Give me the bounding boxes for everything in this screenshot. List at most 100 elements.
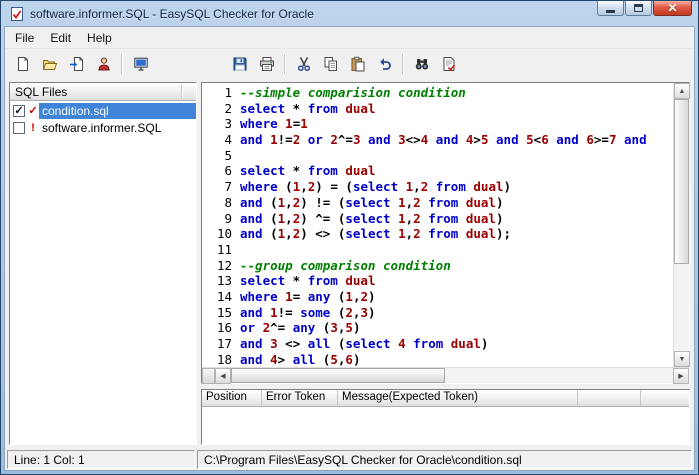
editor-column: 1 --simple comparision condition 2 select *… (201, 82, 690, 445)
close-button[interactable]: ✕ (653, 1, 692, 16)
find-button[interactable] (409, 52, 434, 76)
sql-files-header-label: SQL Files (15, 84, 68, 99)
line-number: 14 (216, 288, 232, 304)
open-folder-icon (42, 56, 58, 72)
error-column-tail (641, 390, 689, 406)
paste-icon (350, 56, 366, 72)
minimize-icon (606, 9, 615, 13)
menu-help[interactable]: Help (79, 29, 120, 47)
red-exclamation-icon: ! (31, 121, 35, 134)
menu-bar: File Edit Help (5, 27, 694, 48)
editor-line: 1 --simple comparision condition (202, 85, 673, 101)
code-text: select * from dual (240, 163, 376, 179)
vertical-scroll-thumb[interactable] (674, 99, 689, 264)
line-number: 7 (224, 179, 232, 195)
checkbox-checked-icon[interactable]: ✓ (13, 104, 25, 117)
vertical-scroll-track[interactable] (674, 264, 689, 351)
editor-line: 15 and 1!= some (2,3) (202, 305, 673, 321)
line-number: 11 (216, 241, 232, 257)
code-text: and (1,2) <> (select 1,2 from dual); (240, 226, 512, 242)
options-button[interactable] (128, 52, 153, 76)
line-number: 18 (216, 351, 232, 367)
editor-line: 18 and 4> all (5,6) (202, 352, 673, 367)
import-file-icon (69, 56, 85, 72)
vertical-scrollbar[interactable]: ▲ ▼ (673, 83, 690, 367)
line-number: 4 (224, 132, 232, 148)
scroll-up-button[interactable]: ▲ (674, 83, 690, 99)
error-column-filler (578, 390, 641, 406)
h-scroll-grip[interactable] (202, 368, 215, 384)
save-icon (232, 56, 248, 72)
line-number: 9 (224, 210, 232, 226)
editor-line: 3 where 1=1 (202, 116, 673, 132)
save-button[interactable] (227, 52, 252, 76)
line-number: 5 (224, 147, 232, 163)
code-text: --group comparison condition (240, 257, 451, 273)
line-number: 17 (216, 336, 232, 351)
arrow-right-icon: ▶ (678, 373, 684, 380)
horizontal-scroll-thumb[interactable] (231, 368, 446, 383)
copy-button[interactable] (318, 52, 343, 76)
checkbox-unchecked-icon[interactable] (13, 121, 25, 134)
open-file-button[interactable] (37, 52, 62, 76)
code-text: and 4> all (5,6) (240, 351, 361, 367)
code-text: and 3 <> all (select 4 from dual) (240, 336, 489, 351)
line-number: 15 (216, 304, 232, 320)
status-caret-position: Line: 1 Col: 1 (7, 450, 195, 469)
menu-edit[interactable]: Edit (42, 29, 79, 47)
wizard-button[interactable] (91, 52, 116, 76)
error-column-error-token: Error Token (262, 390, 338, 406)
wizard-icon (96, 56, 112, 72)
code-text: and (1,2) != (select 1,2 from dual) (240, 194, 504, 210)
line-number: 3 (224, 116, 232, 132)
client-area: File Edit Help SQL Files ✓ ✓ condition.sql! s… (4, 26, 695, 471)
status-bar: Line: 1 Col: 1 C:\Program Files\EasySQL … (5, 448, 694, 470)
code-text: or 2^= any (3,5) (240, 320, 361, 336)
editor-line: 17 and 3 <> all (select 4 from dual) (202, 336, 673, 352)
new-file-button[interactable] (10, 52, 35, 76)
line-number: 10 (216, 226, 232, 242)
scroll-left-button[interactable]: ◀ (215, 368, 231, 384)
file-list: ✓ ✓ condition.sql! software.informer.SQL (10, 101, 196, 444)
file-row[interactable]: ✓ ✓ condition.sql (10, 102, 196, 119)
main-area: SQL Files ✓ ✓ condition.sql! software.infor… (5, 78, 694, 448)
print-button[interactable] (254, 52, 279, 76)
editor-line: 5 (202, 148, 673, 164)
file-row[interactable]: ! software.informer.SQL (10, 119, 196, 136)
window-title: software.informer.SQL - EasySQL Checker … (30, 6, 314, 21)
toolbar (5, 48, 694, 78)
undo-button[interactable] (372, 52, 397, 76)
editor-line: 9 and (1,2) ^= (select 1,2 from dual) (202, 211, 673, 227)
import-file-button[interactable] (64, 52, 89, 76)
line-number: 13 (216, 273, 232, 289)
minimize-button[interactable] (597, 1, 624, 16)
error-list-body[interactable] (202, 407, 689, 444)
paste-button[interactable] (345, 52, 370, 76)
toolbar-separator (284, 53, 286, 74)
copy-icon (323, 56, 339, 72)
cut-icon (296, 56, 312, 72)
syntax-check-button[interactable] (436, 52, 461, 76)
scroll-right-button[interactable]: ▶ (673, 368, 689, 384)
title-bar[interactable]: software.informer.SQL - EasySQL Checker … (4, 1, 695, 26)
cut-button[interactable] (291, 52, 316, 76)
horizontal-scrollbar[interactable]: ◀ ▶ (202, 367, 689, 384)
undo-icon (377, 56, 393, 72)
line-number: 16 (216, 320, 232, 336)
code-text: and (1,2) ^= (select 1,2 from dual) (240, 210, 504, 226)
code-text: --simple comparision condition (240, 85, 466, 100)
menu-file[interactable]: File (7, 29, 42, 47)
horizontal-scroll-track[interactable] (445, 368, 673, 383)
file-name[interactable]: condition.sql (39, 102, 196, 119)
editor-line: 8 and (1,2) != (select 1,2 from dual) (202, 195, 673, 211)
code-area[interactable]: 1 --simple comparision condition 2 select *… (202, 83, 673, 367)
code-text: and 1!=2 or 2^=3 and 3<>4 and 4>5 and 5<… (240, 132, 647, 148)
app-check-icon (9, 6, 25, 22)
file-name[interactable]: software.informer.SQL (39, 120, 196, 136)
maximize-button[interactable] (625, 1, 652, 16)
editor-line: 7 where (1,2) = (select 1,2 from dual) (202, 179, 673, 195)
scroll-down-button[interactable]: ▼ (674, 351, 690, 367)
line-number: 8 (224, 194, 232, 210)
find-icon (414, 56, 430, 72)
red-check-icon: ✓ (28, 104, 38, 117)
